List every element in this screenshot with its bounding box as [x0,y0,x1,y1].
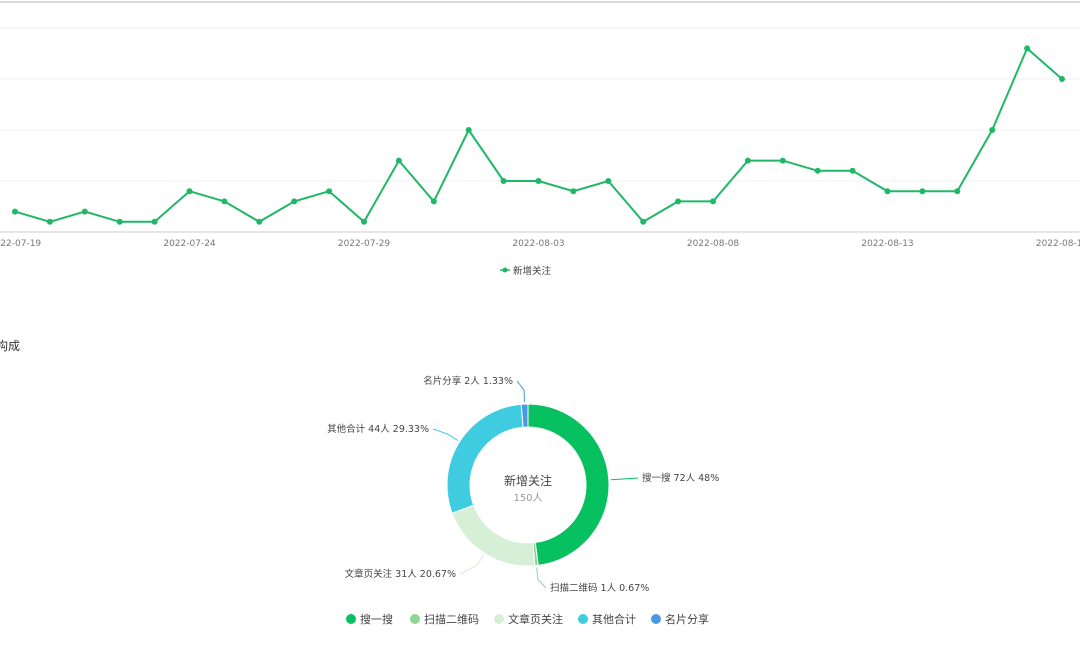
legend-marker [346,614,356,624]
data-point [884,188,891,195]
legend-marker [651,614,661,624]
data-point [151,218,158,225]
data-point [744,157,751,164]
donut-slice [446,403,524,514]
data-point [849,167,856,174]
slice-label: 文章页关注 31人 20.67% [345,568,456,580]
x-tick-label: 2022-08-03 [512,239,564,249]
data-point [779,157,786,164]
legend-marker [410,614,420,624]
donut-slice [520,403,529,428]
data-point [81,208,88,215]
legend-label: 搜一搜 [360,612,393,626]
donut-slice [532,541,539,567]
legend-label: 名片分享 [665,612,709,626]
data-point [186,188,193,195]
label-leader-line [536,567,547,589]
data-point [640,218,647,225]
label-leader-line [516,380,526,403]
data-point [430,198,437,205]
data-point [500,178,507,184]
data-point [919,188,926,195]
legend-label: 其他合计 [592,612,636,626]
legend-marker [578,614,588,624]
data-point [1024,45,1031,52]
x-tick-label: 2022-07-24 [163,239,216,249]
data-point [256,218,263,225]
data-point [465,127,472,133]
x-tick-label: 2022-07-19 [0,239,41,249]
legend-label: 扫描二维码 [424,612,479,626]
data-point [116,218,123,225]
x-tick-label: 2022-08-18 [1036,239,1080,249]
line-chart: 2022-07-19 2022-07-24 2022-07-29 2022-08-03… [0,27,1080,277]
data-point [221,198,228,205]
data-point [570,188,577,195]
data-point [675,198,682,205]
center-subtitle: 150人 [513,492,542,504]
data-point [535,178,542,184]
legend-label: 新增关注 [513,265,552,277]
label-leader-line [432,428,459,441]
legend-marker [494,614,504,624]
label-leader-line [610,477,639,481]
donut-slice [527,403,610,566]
data-point [361,218,367,225]
data-point [989,127,996,133]
legend-label: 文章页关注 [508,612,563,626]
section-title: 构成 [0,339,21,353]
data-point [954,188,961,195]
data-point [395,157,402,164]
slice-label: 搜一搜 72人 48% [642,472,719,484]
x-tick-label: 2022-08-13 [861,239,913,249]
legend-marker [502,267,508,273]
data-point [326,188,333,195]
data-point [1059,76,1065,82]
x-tick-label: 2022-08-08 [687,239,740,249]
data-point [814,167,821,174]
slice-label: 扫描二维码 1人 0.67% [550,582,649,594]
x-tick-label: 2022-07-29 [338,239,391,249]
data-point [605,178,612,184]
data-point [46,218,53,225]
slice-label: 名片分享 2人 1.33% [423,375,513,387]
center-title: 新增关注 [504,473,552,488]
data-point [12,208,18,215]
slice-label: 其他合计 44人 29.33% [327,423,429,435]
donut-slice [451,504,536,567]
series-line [14,46,1063,224]
data-point [710,198,716,205]
label-leader-line [459,554,484,575]
data-point [291,198,298,205]
